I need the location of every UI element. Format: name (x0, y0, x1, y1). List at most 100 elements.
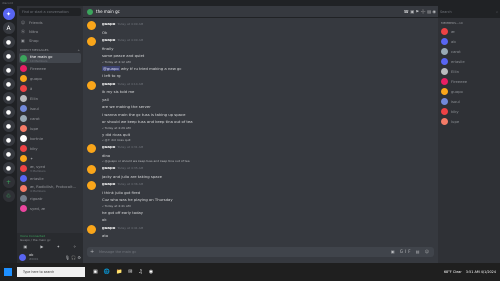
guild-icon[interactable]: ● (2, 162, 15, 174)
avatar[interactable] (87, 165, 96, 174)
message-text: @guapo why tf ru tried making a new gc (87, 65, 434, 73)
guild-icon[interactable]: ● (2, 36, 15, 48)
member-item[interactable]: kiky (438, 106, 500, 116)
avatar[interactable] (87, 80, 96, 90)
message-header: guapo Today at 4:41 AM (102, 224, 143, 233)
header-icons[interactable]: ☎ ▣ ⚑ ➕ ▤ ◉ (404, 9, 438, 15)
dm-item[interactable]: rigoatr (17, 193, 83, 203)
guild-icon[interactable]: A (2, 22, 15, 34)
avatar[interactable] (87, 224, 96, 234)
nav-label: Friends (29, 20, 43, 25)
dm-item[interactable]: eriaslie (17, 173, 83, 183)
dm-item[interactable]: lupe (17, 123, 83, 133)
taskbar-app-icon[interactable]: ♫ (138, 269, 142, 275)
avatar[interactable] (87, 144, 96, 153)
dm-text: rigoatr (30, 196, 43, 201)
nav-item-nitro[interactable]: Ⓝ Nitro (17, 27, 83, 36)
username[interactable]: ab #0001 (29, 253, 38, 261)
guild-icon[interactable]: ● (2, 50, 15, 62)
guild-icon[interactable]: ♲ (2, 190, 15, 202)
add-dm-button[interactable]: + (77, 48, 80, 52)
taskbar-app-icon[interactable]: ◉ (149, 269, 153, 275)
member-item[interactable]: isoul (438, 96, 500, 106)
dm-item[interactable]: Ellin (17, 93, 83, 103)
dm-sub: 3 Members (30, 168, 46, 173)
member-item[interactable]: ab (438, 36, 500, 46)
avatar[interactable] (87, 21, 96, 30)
dm-item[interactable]: the main gc 10 Members (19, 53, 81, 63)
author-name[interactable]: guapo (102, 225, 115, 230)
search-input[interactable]: Search ⌕ (438, 6, 500, 18)
nav-item-shop[interactable]: ▣ Shop (17, 36, 83, 45)
guild-icon[interactable]: ● (2, 106, 15, 118)
message-text: ik my sis told me (102, 89, 135, 94)
attach-button[interactable]: + (90, 247, 94, 257)
guild-icon[interactable]: ✦ (2, 8, 15, 20)
avatar (441, 47, 448, 55)
dm-item[interactable]: æ, Radbilish, Protocolt... 4 Members (17, 183, 83, 193)
guild-icon[interactable]: ● (2, 78, 15, 90)
author-name[interactable]: guapo (102, 165, 115, 170)
message-text: finally (102, 45, 114, 51)
guild-icon[interactable]: ● (2, 120, 15, 132)
message-input[interactable]: + Message the main gc ▣ GIF ▤ ☺ (87, 247, 434, 257)
find-conversation-input[interactable]: Find or start a conversation (19, 8, 81, 16)
taskbar-app-icon[interactable]: ✉ (128, 269, 132, 275)
guild-icon[interactable]: ● (2, 64, 15, 76)
voice-button[interactable]: ✦ (57, 244, 60, 251)
user-mention[interactable]: @guapo (102, 65, 120, 71)
user-controls[interactable]: 🎙 🎧 ⚙ (65, 255, 81, 260)
avatar (20, 84, 27, 92)
taskbar-app-icon[interactable]: ▣ (93, 269, 98, 275)
member-item[interactable]: eriaslie (438, 56, 500, 66)
avatar (20, 124, 27, 132)
dm-item[interactable]: kiky (17, 143, 83, 153)
avatar[interactable] (87, 181, 96, 190)
member-item[interactable]: Ellin (438, 66, 500, 76)
member-item[interactable]: Fireeeee (438, 76, 500, 86)
voice-button[interactable]: ✧ (73, 244, 76, 251)
voice-button[interactable]: ▣ (24, 244, 28, 251)
avatar (20, 94, 27, 102)
dm-item[interactable]: ✦ (17, 153, 83, 163)
dm-item[interactable]: Fireeeee (17, 63, 83, 73)
guild-icon[interactable]: ● (2, 148, 15, 160)
member-item[interactable]: guapo (438, 86, 500, 96)
dm-item[interactable]: ā (17, 83, 83, 93)
nav-item-friends[interactable]: ☺ Friends (17, 18, 83, 27)
guild-icon[interactable]: ● (2, 92, 15, 104)
avatar (441, 27, 448, 35)
voice-buttons: ▣ ▶ ✦ ✧ (17, 244, 83, 251)
dm-item[interactable]: æ, syed 3 Members (17, 163, 83, 173)
author-name[interactable]: guapo (102, 81, 115, 86)
composer-icons[interactable]: ▣ GIF ▤ ☺ (391, 247, 431, 257)
author-name[interactable]: guapo (102, 37, 115, 42)
taskbar-app-icon[interactable]: 📁 (116, 269, 122, 275)
member-item[interactable]: æ (438, 26, 500, 36)
guild-icon[interactable]: ● (2, 134, 15, 146)
timestamp: Today at 4:09 AM (117, 22, 144, 26)
voice-button[interactable]: ▶ (40, 244, 43, 251)
clock[interactable]: 3:51 AM 4/1/2024 (466, 270, 496, 274)
avatar[interactable] (87, 37, 96, 46)
author-name[interactable]: guapo (102, 21, 115, 26)
dm-item[interactable]: carot (17, 113, 83, 123)
taskbar-app-icon[interactable]: 🌐 (104, 269, 110, 275)
weather[interactable]: 68°F Clear (444, 270, 462, 274)
dm-item[interactable]: syed, æ (17, 203, 83, 213)
dm-name: kortnie (30, 135, 44, 141)
start-button[interactable] (4, 268, 12, 276)
avatar[interactable] (19, 253, 26, 261)
taskbar-search[interactable]: Type here to search (17, 267, 85, 277)
dm-item[interactable]: isoul (17, 103, 83, 113)
channel-name: the main gc (96, 9, 120, 14)
guild-icon[interactable]: + (2, 176, 15, 188)
timestamp: Today at 4:09 AM (117, 38, 144, 42)
dm-item[interactable]: guapo (17, 73, 83, 83)
nav-label: Nitro (29, 29, 39, 34)
author-name[interactable]: guapo (102, 181, 115, 186)
author-name[interactable]: guapo (102, 144, 115, 149)
dm-item[interactable]: kortnie (17, 133, 83, 143)
member-item[interactable]: carot (438, 46, 500, 56)
member-item[interactable]: lupe (438, 116, 500, 126)
